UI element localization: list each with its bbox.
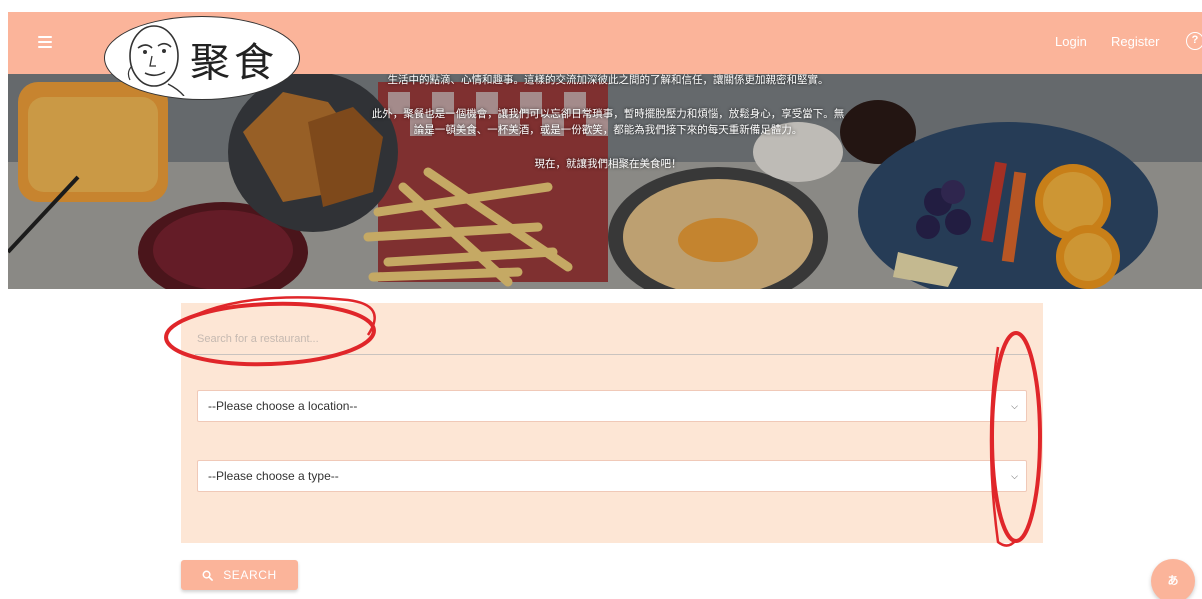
chevron-down-icon: ⌵ — [1011, 471, 1018, 481]
logo-title: 聚食 — [190, 40, 278, 86]
location-select[interactable]: --Please choose a location-- ⌵ — [197, 390, 1027, 422]
location-select-value: --Please choose a location-- — [208, 399, 358, 413]
meme-face-icon — [127, 25, 185, 96]
restaurant-search-input[interactable] — [195, 323, 1028, 355]
hero-intro-text: 生活中的點滴、心情和趣事。這樣的交流加深彼此之間的了解和信任，讓關係更加親密和堅… — [368, 72, 848, 190]
search-panel: --Please choose a location-- ⌵ --Please … — [181, 303, 1043, 543]
type-select-value: --Please choose a type-- — [208, 469, 339, 483]
search-button[interactable]: SEARCH — [181, 560, 298, 590]
hamburger-menu-icon[interactable] — [38, 36, 52, 48]
hero-paragraph-3: 現在，就讓我們相聚在美食吧！ — [534, 158, 682, 170]
chevron-down-icon: ⌵ — [1011, 401, 1018, 411]
site-logo[interactable]: 聚食 — [104, 12, 304, 102]
hero-paragraph-1: 生活中的點滴、心情和趣事。這樣的交流加深彼此之間的了解和信任，讓關係更加親密和堅… — [387, 74, 829, 86]
search-button-label: SEARCH — [223, 568, 277, 582]
register-link[interactable]: Register — [1111, 34, 1159, 49]
question-circle-icon[interactable]: ? — [1186, 32, 1202, 50]
search-icon — [202, 570, 214, 581]
app-frame: 生活中的點滴、心情和趣事。這樣的交流加深彼此之間的了解和信任，讓關係更加親密和堅… — [8, 12, 1202, 599]
type-select[interactable]: --Please choose a type-- ⌵ — [197, 460, 1027, 492]
translate-icon: あ — [1167, 575, 1179, 587]
translate-fab[interactable]: あ — [1151, 559, 1195, 599]
login-link[interactable]: Login — [1055, 34, 1087, 49]
hero-paragraph-2: 此外，聚餐也是一個機會，讓我們可以忘卻日常瑣事，暫時擺脫壓力和煩惱，放鬆身心，享… — [371, 108, 845, 136]
